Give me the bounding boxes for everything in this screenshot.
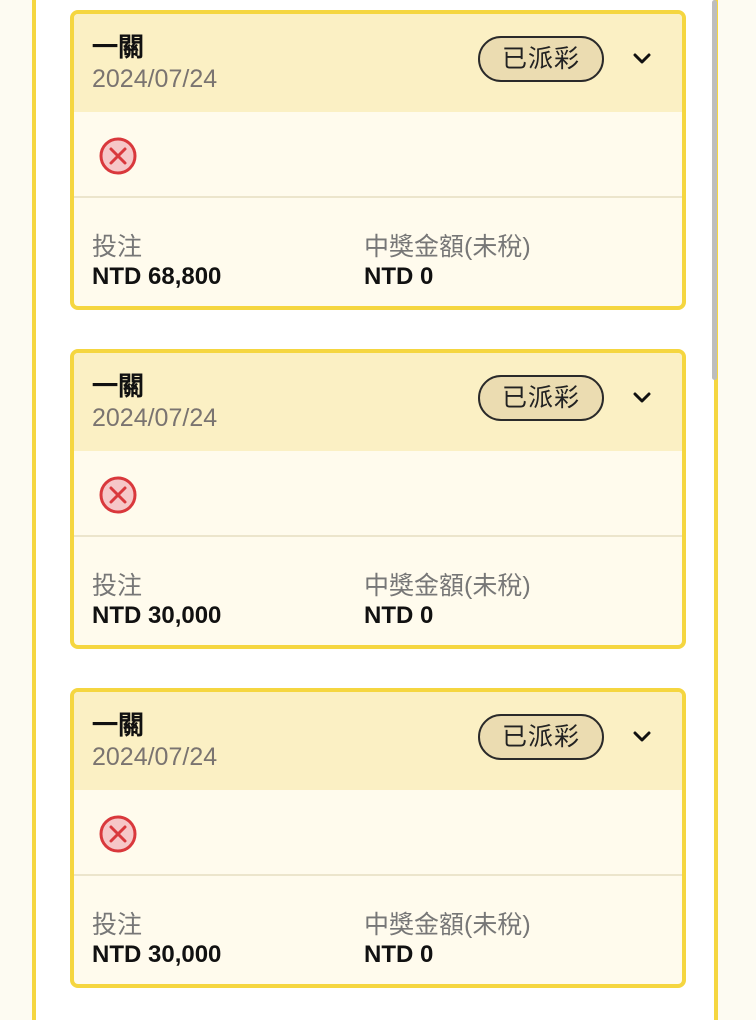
ticket-date: 2024/07/24 bbox=[92, 404, 218, 432]
bet-label: 投注 bbox=[92, 572, 143, 600]
ticket-header[interactable]: 一關 2024/07/24 已派彩 bbox=[74, 353, 682, 451]
ticket-title: 一關 bbox=[92, 710, 145, 740]
ticket-title: 一關 bbox=[92, 371, 145, 401]
ticket-date: 2024/07/24 bbox=[92, 743, 218, 771]
ticket-title: 一關 bbox=[92, 32, 145, 62]
x-circle-icon bbox=[99, 476, 137, 514]
ticket-result-row bbox=[74, 451, 682, 537]
scrollbar[interactable] bbox=[712, 0, 717, 380]
ticket-header[interactable]: 一關 2024/07/24 已派彩 bbox=[74, 692, 682, 790]
win-label: 中獎金額(未稅) bbox=[364, 233, 531, 261]
chevron-down-icon[interactable] bbox=[630, 724, 654, 748]
win-amount: NTD 0 bbox=[364, 941, 434, 968]
chevron-down-icon[interactable] bbox=[630, 385, 654, 409]
bet-amount: NTD 68,800 bbox=[92, 263, 222, 290]
win-label: 中獎金額(未稅) bbox=[364, 572, 531, 600]
bet-ticket-card: 一關 2024/07/24 已派彩 投注 NTD 68,800 中獎金額(未稅)… bbox=[70, 10, 686, 310]
win-label: 中獎金額(未稅) bbox=[364, 911, 531, 939]
bet-amount: NTD 30,000 bbox=[92, 941, 222, 968]
bet-ticket-card: 一關 2024/07/24 已派彩 投注 NTD 30,000 中獎金額(未稅)… bbox=[70, 688, 686, 988]
win-amount: NTD 0 bbox=[364, 602, 434, 629]
win-amount: NTD 0 bbox=[364, 263, 434, 290]
bet-label: 投注 bbox=[92, 911, 143, 939]
status-badge: 已派彩 bbox=[478, 375, 604, 421]
bet-ticket-card: 一關 2024/07/24 已派彩 投注 NTD 30,000 中獎金額(未稅)… bbox=[70, 349, 686, 649]
ticket-date: 2024/07/24 bbox=[92, 65, 218, 93]
x-circle-icon bbox=[99, 815, 137, 853]
ticket-result-row bbox=[74, 790, 682, 876]
bet-amount: NTD 30,000 bbox=[92, 602, 222, 629]
x-circle-icon bbox=[99, 137, 137, 175]
ticket-result-row bbox=[74, 112, 682, 198]
chevron-down-icon[interactable] bbox=[630, 46, 654, 70]
bet-label: 投注 bbox=[92, 233, 143, 261]
status-badge: 已派彩 bbox=[478, 714, 604, 760]
ticket-header[interactable]: 一關 2024/07/24 已派彩 bbox=[74, 14, 682, 112]
status-badge: 已派彩 bbox=[478, 36, 604, 82]
